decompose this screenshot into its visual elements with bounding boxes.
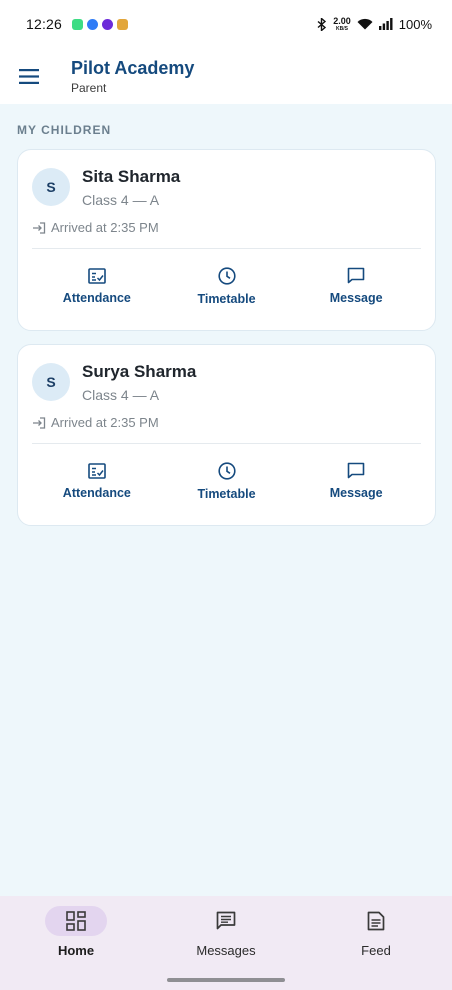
gesture-home-indicator[interactable] [167,978,285,982]
child-name: Sita Sharma [82,167,181,186]
nav-label-feed: Feed [361,943,391,958]
clock-icon [217,266,236,285]
dashboard-icon [66,911,86,931]
timetable-label: Timetable [197,486,256,501]
child-class: Class 4 — A [82,387,160,403]
nav-item-messages[interactable]: Messages [161,906,291,966]
menu-button[interactable] [0,48,58,104]
nav-active-indicator [45,906,107,936]
notification-app-icon [87,18,99,30]
attendance-button[interactable]: Attendance [32,451,162,511]
nav-icon-container [195,906,257,936]
status-indicators: 2.00 KB/S 100% [317,15,432,32]
app-subtitle: Parent [71,80,107,95]
child-class: Class 4 — A [82,192,160,208]
avatar: S [32,363,70,401]
messages-icon [216,911,236,930]
app-titles: Pilot Academy Parent [71,57,194,96]
card-divider [32,443,421,444]
app-bar: Pilot Academy Parent [0,48,452,104]
arrival-text: Arrived at 2:35 PM [51,415,159,430]
attendance-button[interactable]: Attendance [32,256,162,316]
login-arrow-icon [33,416,46,429]
avatar: S [32,168,70,206]
child-card: S Sita Sharma Class 4 — A Arrived at 2:3… [17,149,436,331]
status-time: 12:26 [26,16,63,32]
clock-icon [217,461,236,480]
timetable-button[interactable]: Timetable [162,451,292,511]
arrival-status: Arrived at 2:35 PM [32,220,159,235]
bottom-navigation: Home Messages Feed [0,896,452,990]
card-actions: Attendance Timetable Message [32,451,421,511]
nav-item-feed[interactable]: Feed [311,906,441,966]
arrival-status: Arrived at 2:35 PM [32,415,159,430]
wifi-icon [357,18,373,30]
attendance-icon [88,267,106,284]
menu-icon [19,68,39,84]
signal-icon [378,18,393,30]
message-icon [347,267,365,284]
app-title: Pilot Academy [71,57,195,78]
network-speed-unit: KB/S [336,25,348,32]
notification-icons [72,18,129,30]
bluetooth-icon [317,17,327,31]
attendance-label: Attendance [62,290,131,305]
timetable-label: Timetable [197,291,256,306]
message-label: Message [329,486,383,500]
attendance-icon [88,462,106,479]
nav-label-home: Home [57,943,95,958]
main-content: MY CHILDREN S Sita Sharma Class 4 — A Ar… [0,104,452,896]
section-title: MY CHILDREN [17,123,112,137]
network-speed-value: 2.00 [333,15,351,26]
card-actions: Attendance Timetable Message [32,256,421,316]
notification-app-icon [102,18,114,30]
arrival-text: Arrived at 2:35 PM [51,220,159,235]
login-arrow-icon [33,221,46,234]
message-label: Message [329,291,383,305]
battery-percent: 100% [398,16,432,32]
message-button[interactable]: Message [291,451,421,511]
nav-item-home[interactable]: Home [11,906,141,966]
notification-app-icon [117,18,129,30]
child-name: Surya Sharma [82,362,197,381]
child-card: S Surya Sharma Class 4 — A Arrived at 2:… [17,344,436,526]
nav-label-messages: Messages [196,943,256,958]
network-speed: 2.00 KB/S [333,15,351,32]
attendance-label: Attendance [62,485,131,500]
status-bar: 12:26 2.00 KB/S 100% [0,0,452,48]
notification-app-icon [72,18,84,30]
feed-icon [367,911,385,931]
timetable-button[interactable]: Timetable [162,256,292,316]
message-button[interactable]: Message [291,256,421,316]
nav-icon-container [345,906,407,936]
card-divider [32,248,421,249]
message-icon [347,462,365,479]
